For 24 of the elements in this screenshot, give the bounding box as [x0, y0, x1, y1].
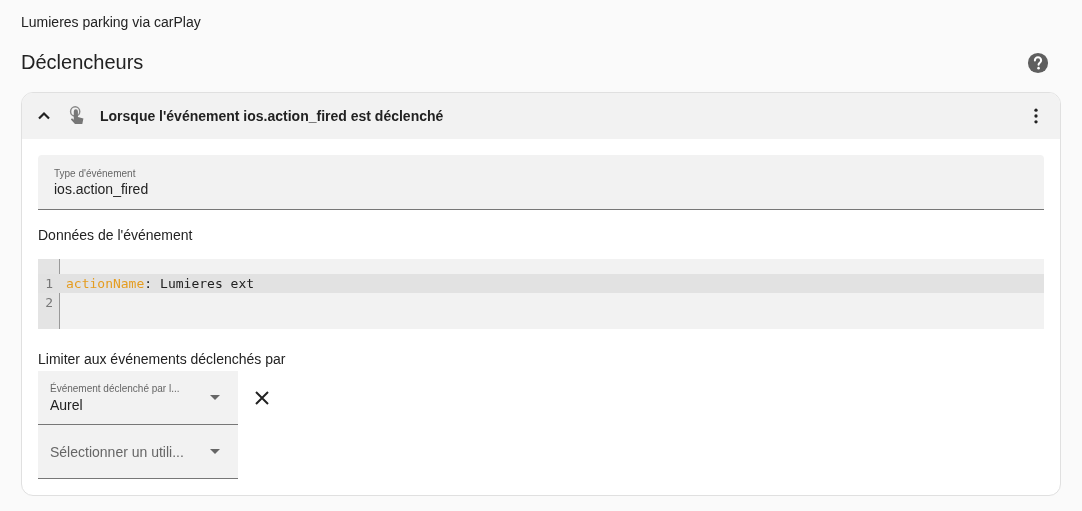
help-icon[interactable]	[1027, 51, 1049, 74]
yaml-value: Lumieres ext	[160, 275, 255, 293]
code-editor[interactable]: 1 actionName: Lumieres ext 2	[38, 259, 1044, 329]
limit-label: Limiter aux événements déclenchés par	[38, 351, 287, 367]
select-label: Événement déclenché par l...	[50, 382, 180, 394]
select-placeholder: Sélectionner un utili...	[50, 443, 184, 460]
user-select[interactable]: Événement déclenché par l... Aurel	[38, 371, 238, 425]
yaml-key: actionName	[66, 274, 145, 293]
event-type-field[interactable]: Type d'événement ios.action_fired	[38, 155, 1044, 210]
dropdown-caret-icon	[210, 449, 220, 454]
yaml-separator: :	[144, 275, 153, 293]
trigger-header[interactable]: Lorsque l'événement ios.action_fired est déclenché	[22, 93, 1060, 139]
field-label: Type d'événement	[54, 167, 137, 179]
dropdown-caret-icon	[210, 395, 220, 400]
field-value: ios.action_fired	[54, 180, 150, 197]
close-icon[interactable]	[255, 391, 269, 405]
event-data-label: Données de l'événement	[38, 227, 194, 243]
line-number: 2	[44, 294, 53, 312]
section-title: Déclencheurs	[21, 51, 144, 74]
trigger-title: Lorsque l'événement ios.action_fired est déclenché	[100, 108, 445, 124]
user-select[interactable]: Sélectionner un utili...	[38, 425, 238, 479]
automation-name: Lumieres parking via carPlay	[21, 13, 202, 32]
select-value: Aurel	[50, 396, 84, 413]
line-number: 1	[44, 275, 53, 293]
